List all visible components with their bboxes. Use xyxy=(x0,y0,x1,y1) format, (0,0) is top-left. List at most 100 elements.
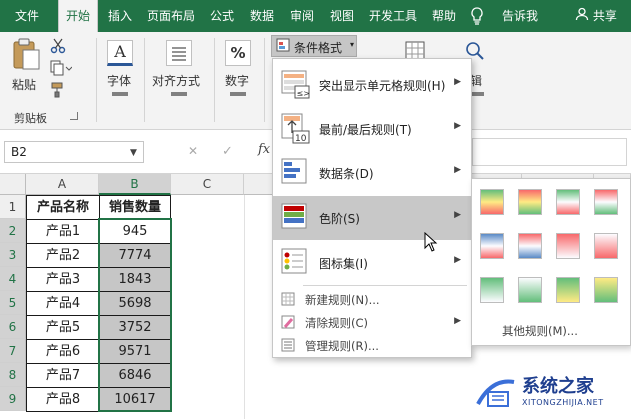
tab-home[interactable]: 开始 xyxy=(58,0,98,32)
insert-function-icon[interactable]: fx xyxy=(258,142,270,157)
color-scale-option[interactable] xyxy=(556,233,580,259)
menu-item-color-scales[interactable]: 色阶(S) ▶ xyxy=(273,196,471,240)
name-box-dropdown-icon[interactable]: ▼ xyxy=(130,148,137,158)
conditional-format-icon xyxy=(276,38,290,52)
menu-item-label: 数据条(D) xyxy=(319,167,374,181)
table-cell[interactable]: 产品2 xyxy=(27,244,100,268)
name-box[interactable]: B2 xyxy=(4,141,144,163)
row-header-2[interactable]: 2 xyxy=(0,219,26,243)
color-scale-option[interactable] xyxy=(518,233,542,259)
tab-formulas[interactable]: 公式 xyxy=(204,0,240,32)
table-cell[interactable]: 产品3 xyxy=(27,268,100,292)
table-cell[interactable]: 3752 xyxy=(100,316,171,340)
column-header-c[interactable]: C xyxy=(171,174,244,195)
menu-item-clear-rules[interactable]: 清除规则(C) ▶ xyxy=(273,311,471,333)
chevron-right-icon: ▶ xyxy=(454,210,461,220)
tab-tell-me[interactable]: 告诉我 xyxy=(496,0,544,32)
color-scale-option[interactable] xyxy=(594,233,618,259)
alignment-button[interactable]: 对齐方式 xyxy=(148,38,210,106)
menu-item-highlight-rules[interactable]: ≤> 突出显示单元格规则(H) ▶ xyxy=(273,63,471,107)
format-painter-icon[interactable] xyxy=(50,82,68,98)
clipboard-icon xyxy=(13,38,40,70)
color-scale-option[interactable] xyxy=(556,277,580,303)
select-all-corner[interactable] xyxy=(0,174,26,195)
chevron-right-icon: ▶ xyxy=(454,165,461,175)
table-cell[interactable]: 7774 xyxy=(100,244,171,268)
menu-item-new-rule[interactable]: 新建规则(N)... xyxy=(273,288,471,310)
paste-label: 粘贴 xyxy=(12,78,37,92)
row-header-6[interactable]: 6 xyxy=(0,315,26,339)
table-cell[interactable]: 产品1 xyxy=(27,220,100,244)
menu-item-icon-sets[interactable]: 图标集(I) ▶ xyxy=(273,241,471,285)
table-cell[interactable]: 产品8 xyxy=(27,388,100,412)
menu-item-data-bars[interactable]: 数据条(D) ▶ xyxy=(273,151,471,195)
row-header-7[interactable]: 7 xyxy=(0,339,26,363)
table-cell[interactable]: 产品6 xyxy=(27,340,100,364)
lightbulb-icon[interactable] xyxy=(468,0,486,32)
color-scale-option[interactable] xyxy=(556,189,580,215)
table-cell[interactable]: 产品5 xyxy=(27,316,100,340)
conditional-format-button[interactable]: 条件格式 ▾ xyxy=(271,35,357,57)
tab-page-layout[interactable]: 页面布局 xyxy=(142,0,200,32)
table-cell[interactable]: 1843 xyxy=(100,268,171,292)
row-header-3[interactable]: 3 xyxy=(0,243,26,267)
cut-icon[interactable] xyxy=(50,38,68,54)
menu-item-manage-rules[interactable]: 管理规则(R)... xyxy=(273,334,471,356)
confirm-icon[interactable]: ✓ xyxy=(222,144,233,159)
number-button[interactable]: % 数字 xyxy=(218,38,258,106)
tab-review[interactable]: 审阅 xyxy=(284,0,320,32)
column-header-a[interactable]: A xyxy=(26,174,99,195)
share-button[interactable]: 共享 xyxy=(566,0,626,32)
table-cell[interactable]: 10617 xyxy=(100,388,171,412)
align-icon xyxy=(166,40,192,66)
column-header-b[interactable]: B xyxy=(99,174,171,195)
row-header-4[interactable]: 4 xyxy=(0,267,26,291)
tab-developer[interactable]: 开发工具 xyxy=(364,0,422,32)
clear-rules-icon xyxy=(281,315,295,329)
menu-item-label: 管理规则(R)... xyxy=(305,339,379,353)
table-cell[interactable]: 产品7 xyxy=(27,364,100,388)
table-cell[interactable]: 5698 xyxy=(100,292,171,316)
row-header-5[interactable]: 5 xyxy=(0,291,26,315)
formula-input[interactable] xyxy=(472,138,627,166)
row-header-9[interactable]: 9 xyxy=(0,387,26,411)
alignment-dropdown-icon xyxy=(171,92,187,96)
data-bars-icon xyxy=(281,158,307,184)
tab-insert[interactable]: 插入 xyxy=(100,0,140,32)
color-scale-option[interactable] xyxy=(480,277,504,303)
conditional-format-label: 条件格式 xyxy=(294,41,343,55)
row-header-1[interactable]: 1 xyxy=(0,195,26,219)
table-cell[interactable]: 产品4 xyxy=(27,292,100,316)
copy-icon[interactable] xyxy=(50,60,74,76)
table-cell[interactable]: 6846 xyxy=(100,364,171,388)
menu-divider xyxy=(303,285,467,286)
cancel-icon[interactable]: ✕ xyxy=(188,144,198,158)
color-scale-option[interactable] xyxy=(480,189,504,215)
table-cell[interactable]: 9571 xyxy=(100,340,171,364)
color-scale-option[interactable] xyxy=(480,233,504,259)
row-header-8[interactable]: 8 xyxy=(0,363,26,387)
chevron-right-icon: ▶ xyxy=(454,255,461,265)
new-rule-icon xyxy=(281,292,295,306)
person-icon xyxy=(575,1,589,33)
font-button[interactable]: A 字体 xyxy=(100,38,140,106)
paste-button[interactable]: 粘贴 xyxy=(8,38,44,96)
color-scale-option[interactable] xyxy=(518,189,542,215)
tab-help[interactable]: 帮助 xyxy=(426,0,462,32)
color-scale-option[interactable] xyxy=(518,277,542,303)
menu-item-top-bottom-rules[interactable]: 10 最前/最后规则(T) ▶ xyxy=(273,107,471,151)
tab-view[interactable]: 视图 xyxy=(324,0,360,32)
menu-item-label: 新建规则(N)... xyxy=(305,293,380,307)
more-rules-link[interactable]: 其他规则(M)... xyxy=(502,323,578,339)
color-scale-option[interactable] xyxy=(594,189,618,215)
column-header-d[interactable] xyxy=(244,174,274,195)
tab-file[interactable]: 文件 xyxy=(6,0,48,32)
table-header-cell[interactable]: 产品名称 xyxy=(27,196,100,220)
tab-data[interactable]: 数据 xyxy=(244,0,280,32)
active-cell[interactable]: 945 xyxy=(100,220,171,244)
table-header-cell[interactable]: 销售数量 xyxy=(100,196,171,220)
menu-item-label: 色阶(S) xyxy=(319,212,360,226)
svg-text:≤>: ≤> xyxy=(297,89,310,98)
dialog-launcher-icon[interactable] xyxy=(70,112,78,120)
color-scale-option[interactable] xyxy=(594,277,618,303)
